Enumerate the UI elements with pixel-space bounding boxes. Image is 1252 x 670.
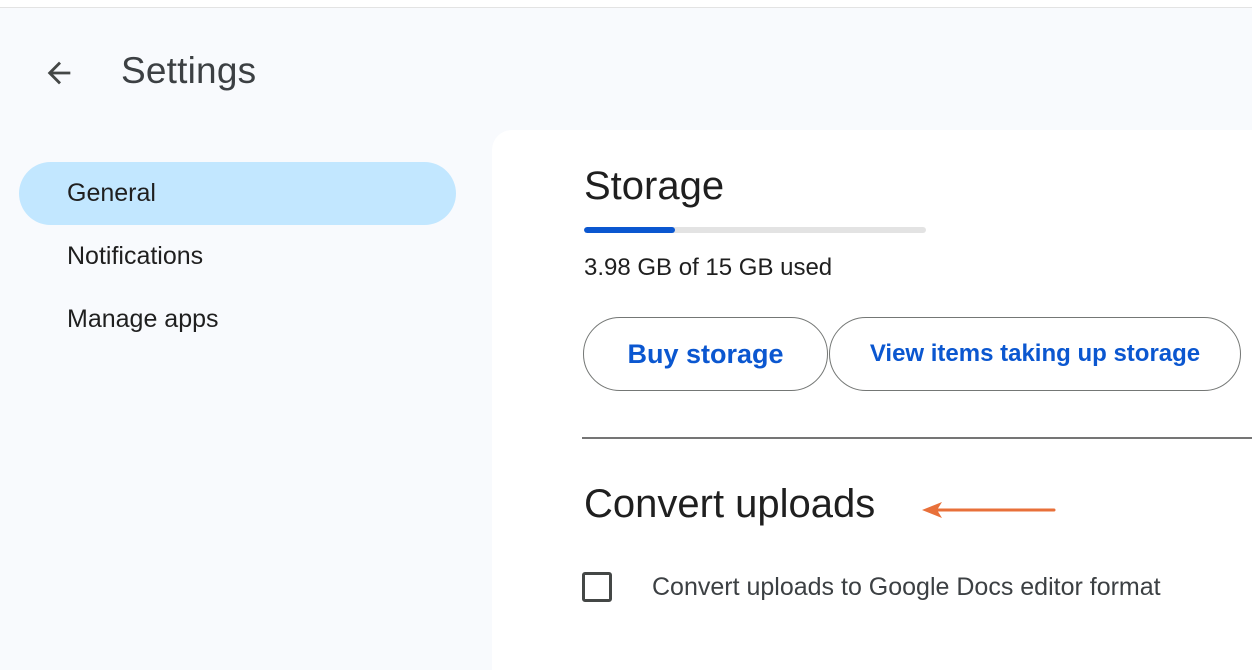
convert-uploads-heading: Convert uploads [584,482,876,526]
storage-usage-text: 3.98 GB of 15 GB used [584,254,833,281]
settings-content: Storage 3.98 GB of 15 GB used Buy storag… [492,130,1252,670]
sidebar-item-label: General [67,179,156,207]
top-edge [0,0,1252,8]
section-divider [582,437,1252,439]
back-button[interactable] [36,50,82,96]
sidebar-item-label: Notifications [67,242,204,270]
sidebar-item-label: Manage apps [67,305,219,333]
sidebar-item-general[interactable]: General [19,162,456,225]
buy-storage-button[interactable]: Buy storage [583,317,828,391]
annotation-arrow-icon [922,502,1056,518]
page-title: Settings [121,50,257,91]
convert-uploads-option: Convert uploads to Google Docs editor fo… [582,572,1161,602]
convert-uploads-checkbox-label: Convert uploads to Google Docs editor fo… [652,572,1161,601]
storage-progress-fill [584,227,675,233]
header: Settings [0,8,1252,128]
convert-uploads-checkbox[interactable] [582,572,612,602]
view-items-button[interactable]: View items taking up storage [829,317,1241,391]
storage-heading: Storage [584,164,725,208]
storage-progress-bar [584,227,926,233]
sidebar-item-manage-apps[interactable]: Manage apps [19,288,456,351]
sidebar: General Notifications Manage apps [0,162,470,351]
sidebar-item-notifications[interactable]: Notifications [19,225,456,288]
arrow-left-icon [47,61,71,85]
